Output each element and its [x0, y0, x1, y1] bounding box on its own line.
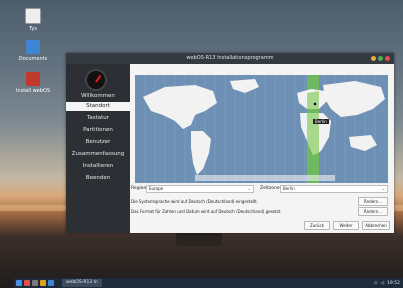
desktop-icon-documents[interactable]: Documents: [15, 40, 51, 62]
window-title: webOS-R13 Installationsprogramm: [186, 55, 274, 61]
timezone-map[interactable]: Berlin: [135, 75, 388, 183]
sidebar-item-keyboard: Tastatur: [86, 115, 110, 121]
zone-value: Berlin: [283, 186, 295, 191]
installer-logo-icon: [85, 69, 107, 91]
installer-sidebar: Willkommen Standort Tastatur Partitionen…: [66, 64, 130, 233]
region-value: Europe: [149, 186, 164, 191]
desktop-icon-trash[interactable]: Tys: [15, 8, 51, 32]
world-map: [143, 75, 385, 183]
network-icon[interactable]: ◇: [374, 281, 377, 286]
sidebar-item-summary: Zusammenfassung: [71, 151, 125, 157]
location-pin: [312, 101, 318, 107]
app-launcher-icon[interactable]: [24, 280, 30, 286]
sidebar-item-install: Installieren: [82, 163, 114, 169]
installer-icon: [26, 72, 40, 86]
files-icon[interactable]: [32, 280, 38, 286]
timezone-pin-label: Berlin: [313, 119, 329, 124]
browser-icon[interactable]: [40, 280, 46, 286]
taskbar-installer-task[interactable]: webOS-R13 In: [62, 279, 102, 287]
sidebar-item-partitions: Partitionen: [83, 127, 113, 133]
desktop-icon-label: Install webOS: [15, 88, 51, 94]
minimize-button[interactable]: [371, 56, 376, 61]
next-button[interactable]: Weiter: [333, 221, 359, 230]
close-button[interactable]: [385, 56, 390, 61]
region-select[interactable]: Europe ⌄: [146, 185, 254, 193]
chevron-down-icon: ⌄: [381, 186, 385, 191]
language-info: Die Systemsprache wird auf Deutsch (Deut…: [131, 199, 258, 204]
desktop-icon-label: Tys: [29, 26, 37, 32]
zone-label: Zeitzone:: [260, 186, 282, 191]
back-button[interactable]: Zurück: [304, 221, 330, 230]
trash-icon: [25, 8, 41, 24]
sidebar-item-finish: Beenden: [85, 175, 111, 181]
folder-icon: [26, 40, 40, 54]
cancel-button[interactable]: Abbrechen: [362, 221, 390, 230]
change-format-button[interactable]: Ändern...: [358, 207, 388, 216]
zone-select[interactable]: Berlin ⌄: [280, 185, 388, 193]
format-info: Das Format für Zahlen und Datum wird auf…: [131, 209, 282, 214]
chevron-down-icon: ⌄: [247, 186, 251, 191]
clock[interactable]: 19:52: [387, 281, 400, 286]
start-menu-icon[interactable]: [16, 280, 22, 286]
change-language-button[interactable]: Ändern...: [358, 197, 388, 206]
desktop-icon-label: Documents: [18, 56, 48, 62]
installer-window: webOS-R13 Installationsprogramm Willkomm…: [66, 53, 394, 233]
sidebar-item-welcome: Willkommen: [81, 93, 115, 99]
taskbar: webOS-R13 In ◇ ◁ 19:52: [14, 278, 403, 288]
desktop-icon-installer[interactable]: Install webOS: [15, 72, 51, 94]
terminal-icon[interactable]: [48, 280, 54, 286]
sidebar-item-users: Benutzer: [85, 139, 111, 145]
volume-icon[interactable]: ◁: [381, 281, 384, 286]
window-titlebar[interactable]: webOS-R13 Installationsprogramm: [66, 53, 394, 64]
maximize-button[interactable]: [378, 56, 383, 61]
sidebar-item-location: Standort: [66, 102, 130, 111]
